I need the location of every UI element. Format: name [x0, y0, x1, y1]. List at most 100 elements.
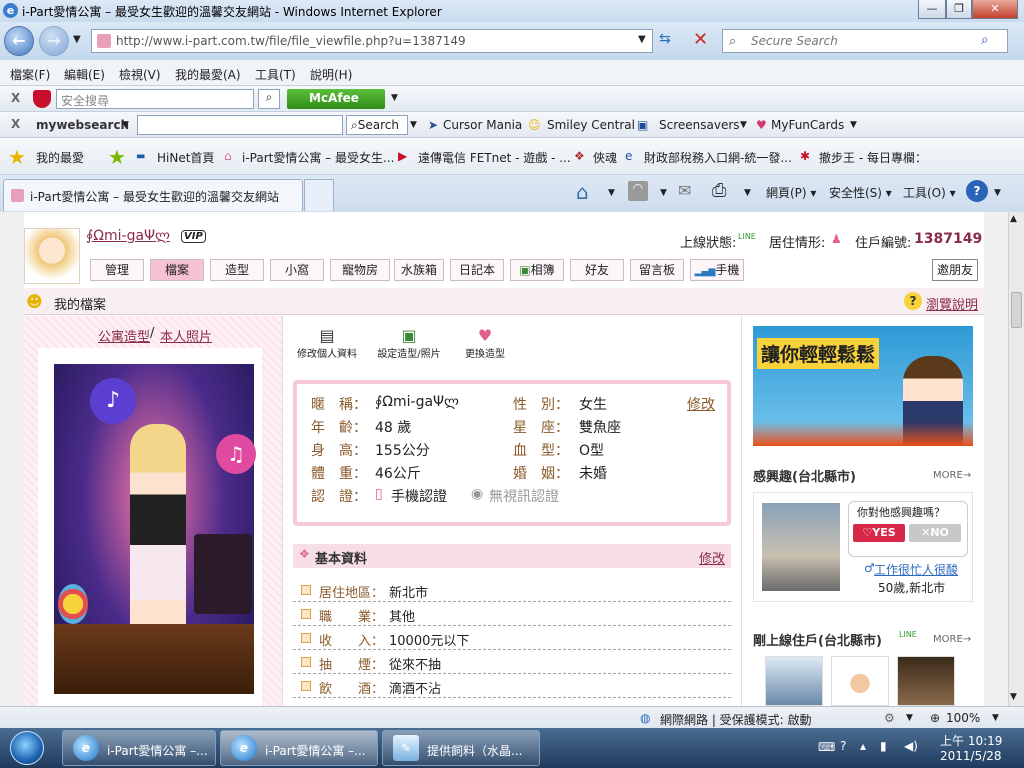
- nav-guestbook[interactable]: 留言板: [630, 259, 684, 281]
- menu-view[interactable]: 檢視(V): [119, 66, 161, 83]
- zoom-dropdown-icon[interactable]: ▼: [992, 713, 999, 723]
- safe-search-input[interactable]: 安全搜尋: [56, 89, 254, 109]
- nav-friends[interactable]: 好友: [570, 259, 624, 281]
- mcafee-dropdown-icon[interactable]: ▼: [391, 93, 398, 103]
- home-dropdown-icon[interactable]: ▼: [608, 188, 615, 198]
- basic-edit-link[interactable]: 修改: [699, 548, 725, 567]
- mywebsearch-dropdown-icon[interactable]: ▼: [122, 120, 129, 130]
- protected-mode-icon[interactable]: ⚙: [884, 711, 895, 725]
- help-icon[interactable]: ?: [966, 180, 988, 202]
- menu-tools[interactable]: 工具(T): [255, 66, 296, 83]
- refresh-icon[interactable]: ⇆: [659, 31, 671, 47]
- fav-hinet[interactable]: HiNet首頁: [157, 149, 214, 166]
- keyboard-icon[interactable]: ⌨: [818, 740, 835, 754]
- favorites-button[interactable]: 我的最愛: [36, 149, 84, 166]
- scroll-down-icon[interactable]: ▼: [1010, 692, 1017, 702]
- zoom-level[interactable]: 100%: [946, 711, 980, 725]
- recent-user-photo[interactable]: [897, 656, 955, 706]
- screensavers-link[interactable]: Screensavers: [659, 118, 740, 132]
- new-tab-button[interactable]: [304, 179, 334, 211]
- back-button[interactable]: ←: [4, 26, 34, 56]
- no-button[interactable]: ✕NO: [909, 524, 961, 542]
- print-icon[interactable]: ⎙: [712, 180, 726, 201]
- web-search-button[interactable]: ⌕Search: [346, 115, 408, 135]
- safe-search-button[interactable]: ⌕: [258, 89, 280, 109]
- tab-self-photo[interactable]: 本人照片: [160, 326, 212, 345]
- recent-user-photo[interactable]: [765, 656, 823, 706]
- menu-file[interactable]: 檔案(F): [10, 66, 50, 83]
- safety-menu[interactable]: 安全性(S) ▾: [829, 184, 892, 201]
- edit-profile-action[interactable]: ▤ 修改個人資料: [291, 326, 363, 362]
- myfuncards-link[interactable]: MyFunCards: [771, 118, 844, 132]
- mcafee-button[interactable]: McAfee: [287, 89, 385, 109]
- scroll-thumb[interactable]: [1011, 292, 1022, 328]
- minimize-button[interactable]: —: [918, 0, 946, 19]
- invite-friends-button[interactable]: 邀朋友: [932, 259, 978, 281]
- close-toolbar-icon[interactable]: X: [11, 91, 20, 105]
- nav-file[interactable]: 檔案: [150, 259, 204, 281]
- address-dropdown-icon[interactable]: ▼: [638, 34, 646, 45]
- start-button[interactable]: [2, 728, 52, 768]
- taskbar-notepad-window[interactable]: ✎ 提供飼料（水晶...: [382, 730, 540, 766]
- funcards-dropdown-icon[interactable]: ▼: [850, 120, 857, 130]
- recent-user-photo[interactable]: [831, 656, 889, 706]
- nav-pet-room[interactable]: 寵物房: [330, 259, 390, 281]
- browse-help-link[interactable]: 瀏覽說明: [926, 294, 978, 313]
- page-menu[interactable]: 網頁(P) ▾: [766, 184, 816, 201]
- menu-help[interactable]: 說明(H): [310, 66, 352, 83]
- interest-more-link[interactable]: MORE→: [933, 470, 971, 481]
- smiley-central-link[interactable]: Smiley Central: [547, 118, 635, 132]
- address-field[interactable]: http://www.i-part.com.tw/file/file_viewf…: [91, 29, 653, 53]
- taskbar-ie-window-2[interactable]: e i-Part愛情公寓 –...: [220, 730, 378, 766]
- fav-fetnet[interactable]: 遠傳電信 FETnet - 遊戲 - ...: [418, 149, 571, 166]
- screensavers-dropdown-icon[interactable]: ▼: [740, 120, 747, 130]
- nav-style[interactable]: 造型: [210, 259, 264, 281]
- search-dropdown-icon[interactable]: ▼: [410, 120, 417, 130]
- volume-icon[interactable]: ◀): [904, 739, 918, 753]
- tab-apartment-style[interactable]: 公寓造型: [98, 326, 150, 345]
- home-icon[interactable]: ⌂: [576, 180, 589, 204]
- tab-ipart[interactable]: i-Part愛情公寓 – 最受女生歡迎的溫馨交友網站: [3, 179, 303, 211]
- clock-time[interactable]: 上午 10:19: [940, 732, 1002, 749]
- tools-menu[interactable]: 工具(O) ▾: [903, 184, 956, 201]
- history-dropdown-icon[interactable]: ▼: [73, 34, 81, 45]
- interest-photo[interactable]: [762, 503, 840, 591]
- nav-diary[interactable]: 日記本: [450, 259, 504, 281]
- fav-column[interactable]: 撤步王 - 每日專欄：: [819, 149, 927, 166]
- taskbar-ie-window-1[interactable]: e i-Part愛情公寓 –...: [62, 730, 216, 766]
- feeds-icon[interactable]: ◠: [628, 181, 648, 201]
- recent-more-link[interactable]: MORE→: [933, 634, 971, 645]
- help-dropdown-icon[interactable]: ▼: [994, 188, 1001, 198]
- menu-edit[interactable]: 編輯(E): [64, 66, 105, 83]
- search-go-icon[interactable]: ⌕: [981, 32, 989, 48]
- help-tray-icon[interactable]: ?: [840, 739, 846, 753]
- close-toolbar-icon[interactable]: X: [11, 117, 20, 131]
- avatar[interactable]: [24, 228, 80, 284]
- profile-name[interactable]: ∮Ωmi-gaΨლ: [86, 228, 170, 244]
- stop-icon[interactable]: ✕: [693, 29, 708, 50]
- protected-dropdown-icon[interactable]: ▼: [906, 713, 913, 723]
- clock-date[interactable]: 2011/5/28: [940, 749, 1002, 763]
- menu-favorites[interactable]: 我的最愛(A): [175, 66, 241, 83]
- nav-album[interactable]: ▣相簿: [510, 259, 564, 281]
- advertisement-banner[interactable]: 讓你輕輕鬆鬆: [753, 326, 973, 446]
- feeds-dropdown-icon[interactable]: ▼: [660, 188, 667, 198]
- yes-button[interactable]: ♡YES: [853, 524, 905, 542]
- nav-aquarium[interactable]: 水族箱: [394, 259, 444, 281]
- network-icon[interactable]: ▮: [880, 739, 887, 753]
- scroll-up-icon[interactable]: ▲: [1010, 214, 1017, 224]
- cursor-mania-link[interactable]: Cursor Mania: [443, 118, 522, 132]
- fav-ipart[interactable]: i-Part愛情公寓 – 最受女生...: [242, 149, 394, 166]
- set-style-photo-action[interactable]: ▣ 設定造型/照片: [371, 326, 447, 362]
- close-button[interactable]: ✕: [972, 0, 1018, 19]
- vertical-scrollbar[interactable]: ▲ ▼: [1008, 212, 1024, 706]
- print-dropdown-icon[interactable]: ▼: [744, 188, 751, 198]
- info-edit-link[interactable]: 修改: [687, 394, 715, 414]
- nav-nest[interactable]: 小窩: [270, 259, 324, 281]
- arrow-tray-icon[interactable]: ▴: [860, 739, 866, 753]
- forward-button[interactable]: →: [39, 26, 69, 56]
- interest-name-link[interactable]: 工作很忙人很酸: [874, 561, 958, 578]
- add-favorite-icon[interactable]: ★: [108, 145, 126, 169]
- web-search-input[interactable]: [137, 115, 343, 135]
- nav-manage[interactable]: 管理: [90, 259, 144, 281]
